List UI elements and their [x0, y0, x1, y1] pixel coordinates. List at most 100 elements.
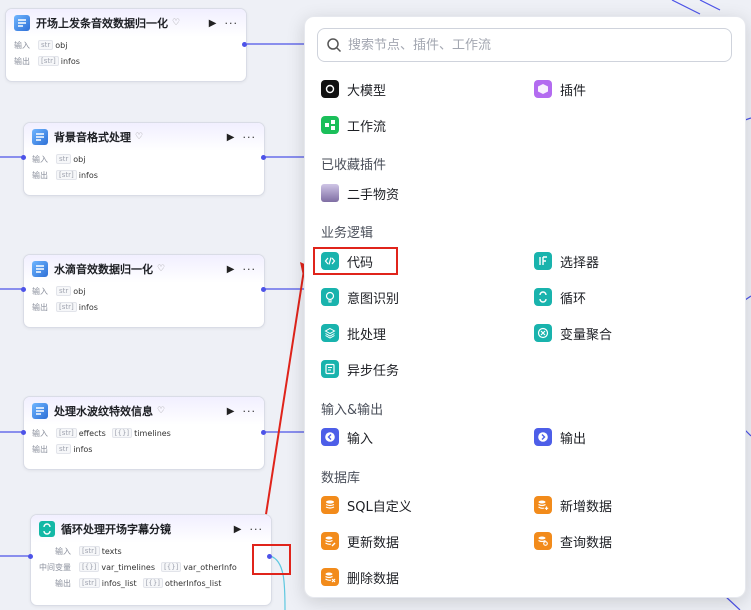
- node-output-row: 输出 [str] infos: [32, 170, 98, 180]
- output-icon: [534, 428, 552, 446]
- section-title-io: 输入&输出: [321, 403, 384, 418]
- menu-item-input[interactable]: 输入: [321, 425, 373, 449]
- param-chip: [str] texts: [79, 546, 122, 556]
- workflow-node[interactable]: 开场上发条音效数据归一化 ♡ ▶ ··· 输入 str obj 输出 [str] i…: [5, 8, 247, 82]
- node-input-row: 输入 str obj: [14, 40, 68, 50]
- heart-icon[interactable]: ♡: [157, 406, 165, 416]
- workflow-icon: [321, 116, 339, 134]
- loop-icon: [39, 521, 55, 537]
- code-node-icon: [32, 129, 48, 145]
- param-chip: [str] infos: [38, 56, 80, 66]
- plugin-icon: [534, 80, 552, 98]
- node-title: 水滴音效数据归一化: [54, 263, 153, 276]
- run-button[interactable]: ▶: [209, 18, 217, 29]
- node-input-row: 输入 str obj: [32, 154, 86, 164]
- output-port[interactable]: [261, 430, 266, 435]
- section-title-favorites: 已收藏插件: [321, 158, 387, 173]
- node-title: 背景音格式处理: [54, 131, 131, 144]
- workflow-node[interactable]: 处理水波纹特效信息 ♡ ▶ ··· 输入 [str] effects [{}] ti…: [23, 396, 265, 470]
- node-input-row: 输入 [str] texts: [55, 546, 122, 556]
- node-picker-panel: 大模型 插件 工作流 已收藏插件 二手物资 业务逻辑 代码 选择器 意图识别 循…: [304, 16, 746, 598]
- run-button[interactable]: ▶: [227, 406, 235, 417]
- heart-icon[interactable]: ♡: [157, 264, 165, 274]
- llm-icon: [321, 80, 339, 98]
- menu-item-loop[interactable]: 循环: [534, 285, 586, 309]
- param-chip: [str] infos: [56, 302, 98, 312]
- code-node-icon: [14, 15, 30, 31]
- workflow-node[interactable]: 背景音格式处理 ♡ ▶ ··· 输入 str obj 输出 [str] infos: [23, 122, 265, 196]
- menu-item-sql[interactable]: SQL自定义: [321, 493, 412, 517]
- param-chip: str infos: [56, 444, 92, 454]
- heart-icon[interactable]: ♡: [172, 18, 180, 28]
- menu-item-async[interactable]: 异步任务: [321, 357, 399, 381]
- node-input-row: 输入 str obj: [32, 286, 86, 296]
- db-update-icon: [321, 532, 339, 550]
- menu-item-db-add[interactable]: 新增数据: [534, 493, 612, 517]
- param-chip: [str] infos_list: [79, 578, 137, 588]
- menu-item-db-update[interactable]: 更新数据: [321, 529, 399, 553]
- menu-item-batch[interactable]: 批处理: [321, 321, 386, 345]
- menu-item-llm[interactable]: 大模型: [321, 77, 386, 101]
- more-button[interactable]: ···: [250, 523, 264, 536]
- search-icon: [327, 38, 342, 53]
- sql-icon: [321, 496, 339, 514]
- node-output-row: 输出 str infos: [32, 444, 93, 454]
- node-input-row: 输入 [str] effects [{}] timelines: [32, 428, 171, 438]
- param-chip: [{}] var_otherInfo: [160, 562, 237, 572]
- batch-icon: [321, 324, 339, 342]
- more-button[interactable]: ···: [225, 17, 239, 30]
- if-icon: [534, 252, 552, 270]
- input-port[interactable]: [21, 287, 26, 292]
- output-port[interactable]: [242, 42, 247, 47]
- section-title-database: 数据库: [321, 471, 361, 486]
- loop-node[interactable]: 循环处理开场字幕分镜 ▶ ··· 输入 [str] texts 中间变量 [{}]…: [30, 514, 272, 606]
- annotation-arrow: [261, 269, 305, 541]
- menu-item-plugin[interactable]: 插件: [534, 77, 586, 101]
- param-chip: [{}] var_timelines: [79, 562, 155, 572]
- more-button[interactable]: ···: [243, 405, 257, 418]
- workflow-node[interactable]: 水滴音效数据归一化 ♡ ▶ ··· 输入 str obj 输出 [str] info…: [23, 254, 265, 328]
- menu-item-second-hand[interactable]: 二手物资: [321, 181, 399, 205]
- run-button[interactable]: ▶: [234, 524, 242, 535]
- param-chip: [str] effects: [56, 428, 106, 438]
- param-chip: str obj: [56, 286, 85, 296]
- search-input[interactable]: [348, 37, 731, 53]
- menu-item-intent[interactable]: 意图识别: [321, 285, 399, 309]
- input-port[interactable]: [21, 430, 26, 435]
- node-title: 处理水波纹特效信息: [54, 405, 153, 418]
- async-icon: [321, 360, 339, 378]
- param-chip: [{}] timelines: [111, 428, 171, 438]
- menu-item-db-delete[interactable]: 删除数据: [321, 565, 399, 589]
- db-delete-icon: [321, 568, 339, 586]
- menu-item-selector[interactable]: 选择器: [534, 249, 599, 273]
- intent-icon: [321, 288, 339, 306]
- menu-item-workflow[interactable]: 工作流: [321, 113, 386, 137]
- node-output-row: 输出 [str] infos_list [{}] otherInfos_list: [55, 578, 222, 588]
- input-icon: [321, 428, 339, 446]
- run-button[interactable]: ▶: [227, 264, 235, 275]
- loop-icon: [534, 288, 552, 306]
- search-box[interactable]: [317, 28, 732, 62]
- node-output-row: 输出 [str] infos: [14, 56, 80, 66]
- input-port[interactable]: [21, 155, 26, 160]
- more-button[interactable]: ···: [243, 263, 257, 276]
- run-button[interactable]: ▶: [227, 132, 235, 143]
- annotation-box-code: [313, 247, 398, 275]
- menu-item-output[interactable]: 输出: [534, 425, 586, 449]
- param-chip: [{}] otherInfos_list: [142, 578, 221, 588]
- avatar-icon: [321, 184, 339, 202]
- more-button[interactable]: ···: [243, 131, 257, 144]
- input-port[interactable]: [28, 554, 33, 559]
- code-node-icon: [32, 261, 48, 277]
- heart-icon[interactable]: ♡: [135, 132, 143, 142]
- node-var-row: 中间变量 [{}] var_timelines [{}] var_otherInfo: [39, 562, 237, 572]
- menu-item-db-query[interactable]: 查询数据: [534, 529, 612, 553]
- section-title-logic: 业务逻辑: [321, 226, 374, 241]
- output-port[interactable]: [261, 287, 266, 292]
- param-chip: [str] infos: [56, 170, 98, 180]
- node-output-row: 输出 [str] infos: [32, 302, 98, 312]
- db-add-icon: [534, 496, 552, 514]
- output-port[interactable]: [261, 155, 266, 160]
- menu-item-aggregate[interactable]: 变量聚合: [534, 321, 612, 345]
- node-title: 循环处理开场字幕分镜: [61, 523, 171, 536]
